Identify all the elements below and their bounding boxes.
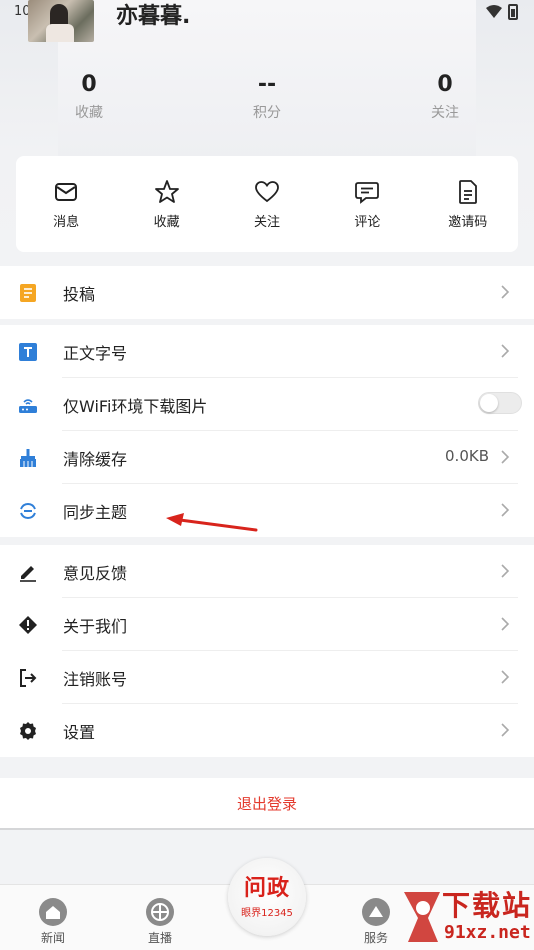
logout-label: 退出登录 [236, 794, 297, 813]
quick-action-label: 评论 [354, 214, 381, 230]
quick-action-favorites[interactable]: 收藏 [127, 179, 207, 230]
annotation-arrow [166, 513, 258, 532]
chevron-right-icon [501, 723, 510, 737]
stat-favorites[interactable]: 0 收藏 [49, 72, 129, 122]
sync-icon [18, 501, 38, 521]
stat-value: 0 [437, 72, 453, 97]
nav-label: 服务 [363, 931, 388, 945]
watermark-logo-icon [404, 892, 440, 942]
menu-item-label: 同步主题 [63, 502, 128, 522]
menu-item-contribute[interactable]: 投稿 [0, 266, 534, 319]
stat-points[interactable]: -- 积分 [227, 72, 307, 122]
menu-item-wifi-only-images: 仅WiFi环境下载图片 [0, 378, 534, 431]
nav-item-service[interactable]: 服务 [346, 897, 406, 946]
menu-item-settings[interactable]: 设置 [0, 704, 534, 757]
battery-icon [508, 4, 518, 20]
nav-label: 新闻 [40, 931, 65, 945]
router-icon [18, 395, 38, 415]
star-icon [154, 179, 179, 203]
menu-item-label: 意见反馈 [63, 563, 128, 583]
menu-item-about[interactable]: 关于我们 [0, 598, 534, 651]
wenzheng-center-button[interactable]: 问政 眼界12345 [228, 858, 306, 936]
stat-value: 0 [81, 72, 97, 97]
chevron-right-icon [501, 285, 510, 299]
quick-action-label: 消息 [53, 214, 80, 230]
home-icon [39, 898, 67, 926]
quick-action-label: 收藏 [153, 214, 180, 230]
wenzheng-title: 问政 [243, 876, 290, 901]
menu-group-account: 意见反馈 关于我们 注销账号 设置 [0, 545, 534, 757]
stat-following[interactable]: 0 关注 [405, 72, 485, 122]
nav-label: 直播 [147, 931, 172, 945]
menu-item-clear-cache[interactable]: 清除缓存 0.0KB [0, 431, 534, 484]
watermark-domain: 91xz.net [444, 922, 531, 943]
stat-value: -- [257, 72, 277, 97]
chevron-right-icon [501, 617, 510, 631]
menu-item-font-size[interactable]: 正文字号 [0, 325, 534, 378]
logout-button[interactable]: 退出登录 [0, 778, 534, 830]
nav-item-live[interactable]: 直播 [130, 897, 190, 946]
menu-item-label: 正文字号 [63, 343, 128, 363]
info-diamond-icon [18, 615, 38, 635]
menu-item-feedback[interactable]: 意见反馈 [0, 545, 534, 598]
comment-icon [355, 181, 380, 204]
watermark-title: 下载站 [442, 889, 533, 922]
avatar[interactable] [28, 0, 94, 42]
menu-group-contribute: 投稿 [0, 266, 534, 319]
envelope-icon [55, 182, 78, 201]
live-icon [146, 898, 174, 926]
font-size-icon [18, 342, 38, 362]
menu-item-label: 设置 [63, 722, 96, 742]
logout-icon [18, 668, 38, 688]
menu-item-label: 投稿 [63, 284, 96, 304]
pencil-icon [18, 562, 38, 582]
quick-action-label: 邀请码 [448, 214, 488, 230]
contribute-icon [18, 283, 38, 303]
cache-size-value: 0.0KB [445, 447, 489, 465]
chevron-right-icon [501, 450, 510, 464]
quick-action-label: 关注 [253, 214, 280, 230]
service-icon [362, 898, 390, 926]
stat-label: 关注 [431, 105, 459, 121]
menu-item-sync-theme[interactable]: 同步主题 [0, 484, 534, 537]
watermark: 下载站 91xz.net [400, 882, 534, 950]
chevron-right-icon [501, 564, 510, 578]
quick-actions-card: 消息 收藏 关注 评论 邀请码 [16, 156, 518, 252]
chevron-right-icon [501, 344, 510, 358]
menu-item-deregister[interactable]: 注销账号 [0, 651, 534, 704]
chevron-right-icon [501, 503, 510, 517]
menu-item-label: 关于我们 [63, 616, 128, 636]
menu-item-label: 注销账号 [63, 669, 128, 689]
gear-icon [18, 721, 38, 741]
username[interactable]: 亦暮暮. [116, 0, 190, 30]
menu-item-label: 仅WiFi环境下载图片 [63, 396, 208, 416]
heart-icon [255, 180, 279, 202]
stat-label: 积分 [253, 105, 281, 121]
quick-action-comments[interactable]: 评论 [327, 179, 407, 230]
quick-action-messages[interactable]: 消息 [26, 179, 106, 230]
stat-label: 收藏 [75, 105, 103, 121]
quick-action-following[interactable]: 关注 [227, 179, 307, 230]
menu-item-label: 清除缓存 [63, 449, 128, 469]
broom-icon [18, 448, 38, 468]
menu-group-display: 正文字号 仅WiFi环境下载图片 清除缓存 0.0KB 同步主题 [0, 325, 534, 537]
chevron-right-icon [501, 670, 510, 684]
quick-action-invite-code[interactable]: 邀请码 [428, 179, 508, 230]
nav-item-news[interactable]: 新闻 [23, 897, 83, 946]
document-icon [458, 179, 477, 204]
wenzheng-subtitle: 眼界12345 [241, 908, 293, 919]
status-icons [486, 4, 518, 20]
wifi-icon [486, 5, 502, 18]
wifi-only-toggle[interactable] [478, 392, 522, 414]
